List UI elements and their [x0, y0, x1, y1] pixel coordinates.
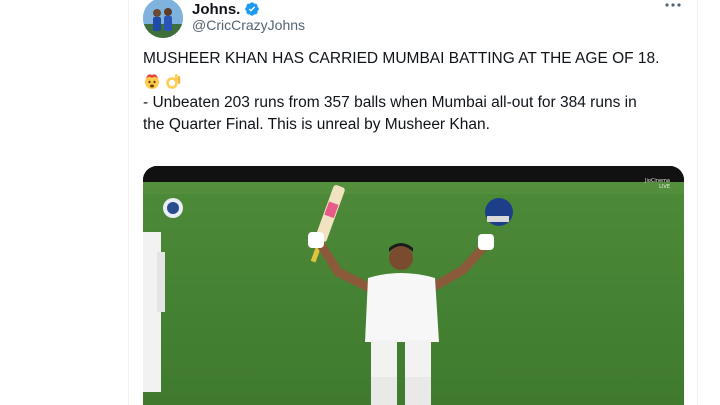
- right-gutter: [698, 0, 720, 405]
- tweet-card[interactable]: Johns. @CricCrazyJohns MUSHEER KHAN HAS …: [128, 0, 698, 405]
- left-gutter: [0, 0, 128, 405]
- broadcast-logo: JioCinema LIVE: [645, 178, 670, 190]
- cricketer-celebration-image: [143, 182, 684, 405]
- tweet-media-image[interactable]: JioCinema LIVE: [143, 166, 684, 405]
- tweet-header: Johns. @CricCrazyJohns: [143, 0, 688, 38]
- author-handle[interactable]: @CricCrazyJohns: [192, 17, 305, 33]
- author-display-name[interactable]: Johns.: [192, 1, 240, 18]
- tweet-text-line-2: - Unbeaten 203 runs from 357 balls when …: [143, 94, 637, 111]
- author-name-row[interactable]: Johns.: [192, 0, 260, 18]
- broadcast-logo-line2: LIVE: [659, 184, 670, 190]
- tweet-text: MUSHEER KHAN HAS CARRIED MUMBAI BATTING …: [143, 48, 688, 136]
- tweet-text-line-3: the Quarter Final. This is unreal by Mus…: [143, 116, 490, 133]
- more-dots-icon[interactable]: [664, 0, 682, 18]
- verified-badge-icon: [244, 1, 260, 17]
- tweet-text-line-1: MUSHEER KHAN HAS CARRIED MUMBAI BATTING …: [143, 50, 660, 67]
- tweet-emoji-row: [143, 70, 688, 92]
- exploding-head-icon: [143, 72, 161, 90]
- media-top-bar: [143, 166, 684, 182]
- ok-hand-icon: [164, 72, 182, 90]
- author-avatar[interactable]: [143, 0, 183, 38]
